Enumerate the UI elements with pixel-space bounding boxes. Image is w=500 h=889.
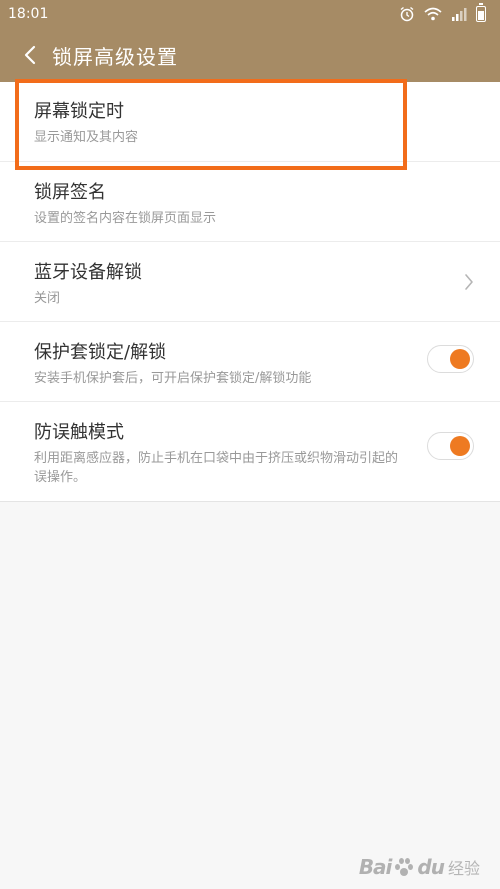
- toggle-knob: [450, 349, 470, 369]
- setting-subtitle: 利用距离感应器，防止手机在口袋中由于挤压或织物滑动引起的误操作。: [34, 451, 399, 485]
- setting-subtitle: 关闭: [34, 291, 61, 306]
- chevron-right-icon: [465, 274, 473, 290]
- setting-title: 蓝牙设备解锁: [34, 262, 142, 283]
- baidu-watermark: Bai du 经验: [359, 855, 480, 879]
- wifi-icon: [424, 7, 442, 21]
- chevron-left-icon: [24, 45, 36, 65]
- page-title: 锁屏高级设置: [52, 44, 178, 69]
- signal-icon: [452, 8, 467, 21]
- setting-row-lock-signature[interactable]: 锁屏签名 设置的签名内容在锁屏页面显示: [0, 162, 500, 242]
- toggle-knob: [450, 436, 470, 456]
- status-bar: 18:01: [0, 0, 500, 28]
- anti-mistouch-toggle[interactable]: [427, 432, 474, 460]
- status-icons: [399, 3, 486, 22]
- setting-title: 锁屏签名: [34, 182, 106, 203]
- setting-subtitle: 显示通知及其内容: [34, 130, 139, 145]
- setting-title: 保护套锁定/解锁: [34, 342, 167, 363]
- setting-row-anti-mistouch[interactable]: 防误触模式 利用距离感应器，防止手机在口袋中由于挤压或织物滑动引起的误操作。: [0, 402, 500, 501]
- alarm-icon: [400, 6, 414, 22]
- case-lock-toggle[interactable]: [427, 345, 474, 373]
- setting-row-case-lock[interactable]: 保护套锁定/解锁 安装手机保护套后，可开启保护套锁定/解锁功能: [0, 322, 500, 402]
- setting-row-bluetooth-unlock[interactable]: 蓝牙设备解锁 关闭: [0, 242, 500, 322]
- app-header: 锁屏高级设置: [0, 28, 500, 82]
- setting-row-screen-lock[interactable]: 屏幕锁定时 显示通知及其内容: [0, 82, 500, 162]
- setting-title: 屏幕锁定时: [34, 101, 124, 122]
- settings-list: 屏幕锁定时 显示通知及其内容 锁屏签名 设置的签名内容在锁屏页面显示 蓝牙设备解…: [0, 82, 500, 502]
- battery-icon: [476, 3, 486, 22]
- watermark-label: 经验: [447, 859, 480, 878]
- setting-subtitle: 设置的签名内容在锁屏页面显示: [34, 211, 217, 226]
- setting-title: 防误触模式: [34, 422, 124, 443]
- setting-subtitle: 安装手机保护套后，可开启保护套锁定/解锁功能: [34, 371, 312, 386]
- back-button[interactable]: [2, 28, 58, 82]
- paw-icon: [395, 858, 414, 876]
- watermark-text: Bai: [358, 855, 393, 879]
- watermark-text-2: du: [417, 855, 445, 879]
- status-time: 18:01: [8, 6, 49, 22]
